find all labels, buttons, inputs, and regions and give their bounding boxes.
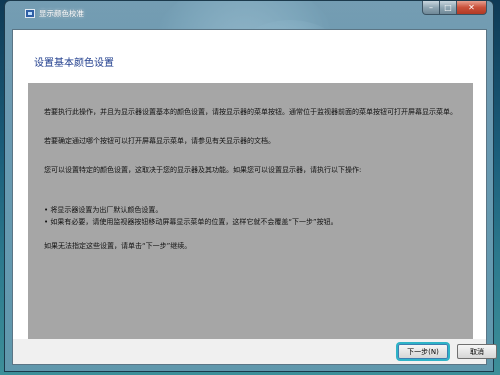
maximize-button[interactable]: □ xyxy=(440,1,457,15)
calibration-window: 显示颜色校准 – □ ✕ 设置基本颜色设置 若要执行此操作，并且为显示器设置基本… xyxy=(4,0,497,372)
instruction-bullets: • 将显示器设置为出厂默认颜色设置。 • 如果有必要，请使用监视器按钮移动屏幕显… xyxy=(44,204,458,228)
closing-paragraph: 如果无法指定这些设置，请单击“下一步”继续。 xyxy=(44,242,192,250)
page-title: 设置基本颜色设置 xyxy=(34,58,114,69)
instructions-panel: 若要执行此操作，并且为显示器设置基本的颜色设置，请按显示器的菜单按钮。通常位于监… xyxy=(28,83,473,341)
bullet-item-1: • 将显示器设置为出厂默认颜色设置。 xyxy=(44,206,163,214)
display-icon xyxy=(25,9,35,18)
window-title: 显示颜色校准 xyxy=(39,9,84,18)
minimize-button[interactable]: – xyxy=(422,1,440,15)
desktop-background: 显示颜色校准 – □ ✕ 设置基本颜色设置 若要执行此操作，并且为显示器设置基本… xyxy=(0,0,500,375)
instruction-paragraph-3: 您可以设置特定的颜色设置，这取决于您的显示器及其功能。如果您可以设置显示器，请执… xyxy=(44,166,362,174)
instruction-paragraph-2: 若要确定通过哪个按钮可以打开屏幕显示菜单，请参见有关显示器的文档。 xyxy=(44,137,275,145)
next-button[interactable]: 下一步(N) xyxy=(398,344,448,359)
bullet-item-2: • 如果有必要，请使用监视器按钮移动屏幕显示菜单的位置，这样它就不会覆盖“下一步… xyxy=(44,218,338,226)
wizard-client-area: 设置基本颜色设置 若要执行此操作，并且为显示器设置基本的颜色设置，请按显示器的菜… xyxy=(12,29,497,365)
close-button[interactable]: ✕ xyxy=(457,1,487,15)
window-controls: – □ ✕ xyxy=(422,1,487,15)
title-bar[interactable]: 显示颜色校准 – □ ✕ xyxy=(5,1,493,29)
instruction-paragraph-1: 若要执行此操作，并且为显示器设置基本的颜色设置，请按显示器的菜单按钮。通常位于监… xyxy=(44,108,457,116)
button-bar: 下一步(N) 取消 xyxy=(13,339,497,364)
cancel-button[interactable]: 取消 xyxy=(457,344,497,359)
